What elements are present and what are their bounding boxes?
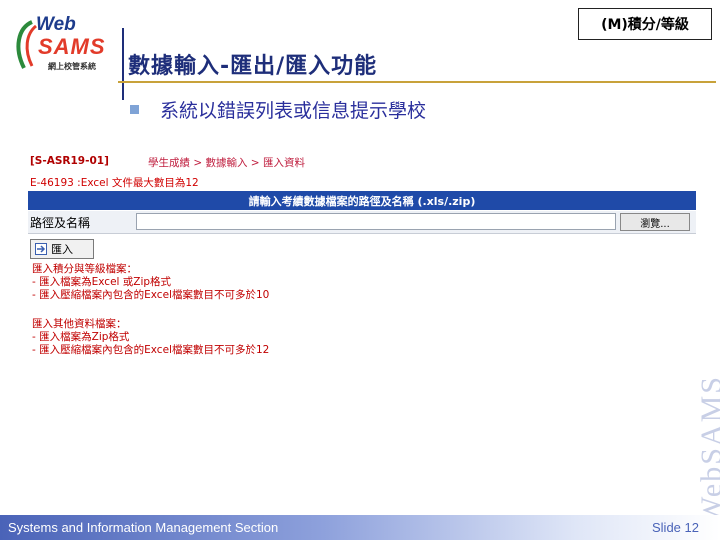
header-divider-horizontal [118,81,716,83]
slide-number: Slide 12 [652,520,699,535]
grade-label-box: (M)積分/等級 [578,8,712,40]
browse-button[interactable]: 瀏覽... [620,213,690,231]
websams-watermark: WebSAMS [695,375,720,525]
notes-group-1-item: - 匯入壓縮檔案內包含的Excel檔案數目不可多於10 [32,289,270,301]
import-button-label: 匯入 [51,243,73,256]
logo-sams-text: SAMS [38,34,106,59]
path-file-input[interactable] [136,213,616,230]
bullet-text: 系統以錯誤列表或信息提示學校 [160,100,427,122]
bullet-square-icon [130,105,139,114]
slide-title: 數據輸入-匯出/匯入功能 [128,54,378,79]
import-arrow-icon [35,243,47,255]
header-divider-vertical [122,28,124,100]
notes-group-1-item: - 匯入檔案為Excel 或Zip格式 [32,276,172,288]
websams-logo: Web SAMS 網上校管系統 [10,14,120,76]
error-message: E-46193 :Excel 文件最大數目為12 [30,177,199,189]
footer-section-name: Systems and Information Management Secti… [8,520,279,535]
breadcrumb: 學生成績 > 數據輸入 > 匯入資料 [148,157,305,169]
path-field-label: 路徑及名稱 [30,215,91,230]
import-button[interactable]: 匯入 [30,239,94,259]
logo-web-text: Web [36,14,76,35]
logo-subtitle: 網上校管系統 [48,62,96,71]
notes-group-2-item: - 匯入壓縮檔案內包含的Excel檔案數目不可多於12 [32,344,270,356]
notes-group-1-heading: 匯入積分與等級檔案： [32,263,137,275]
form-header: 請輸入考績數據檔案的路徑及名稱 (.xls/.zip) [28,191,696,210]
screen-code: [S-ASR19-01] [30,155,109,167]
notes-group-2-item: - 匯入檔案為Zip格式 [32,331,130,343]
notes-group-2-heading: 匯入其他資料檔案： [32,318,127,330]
